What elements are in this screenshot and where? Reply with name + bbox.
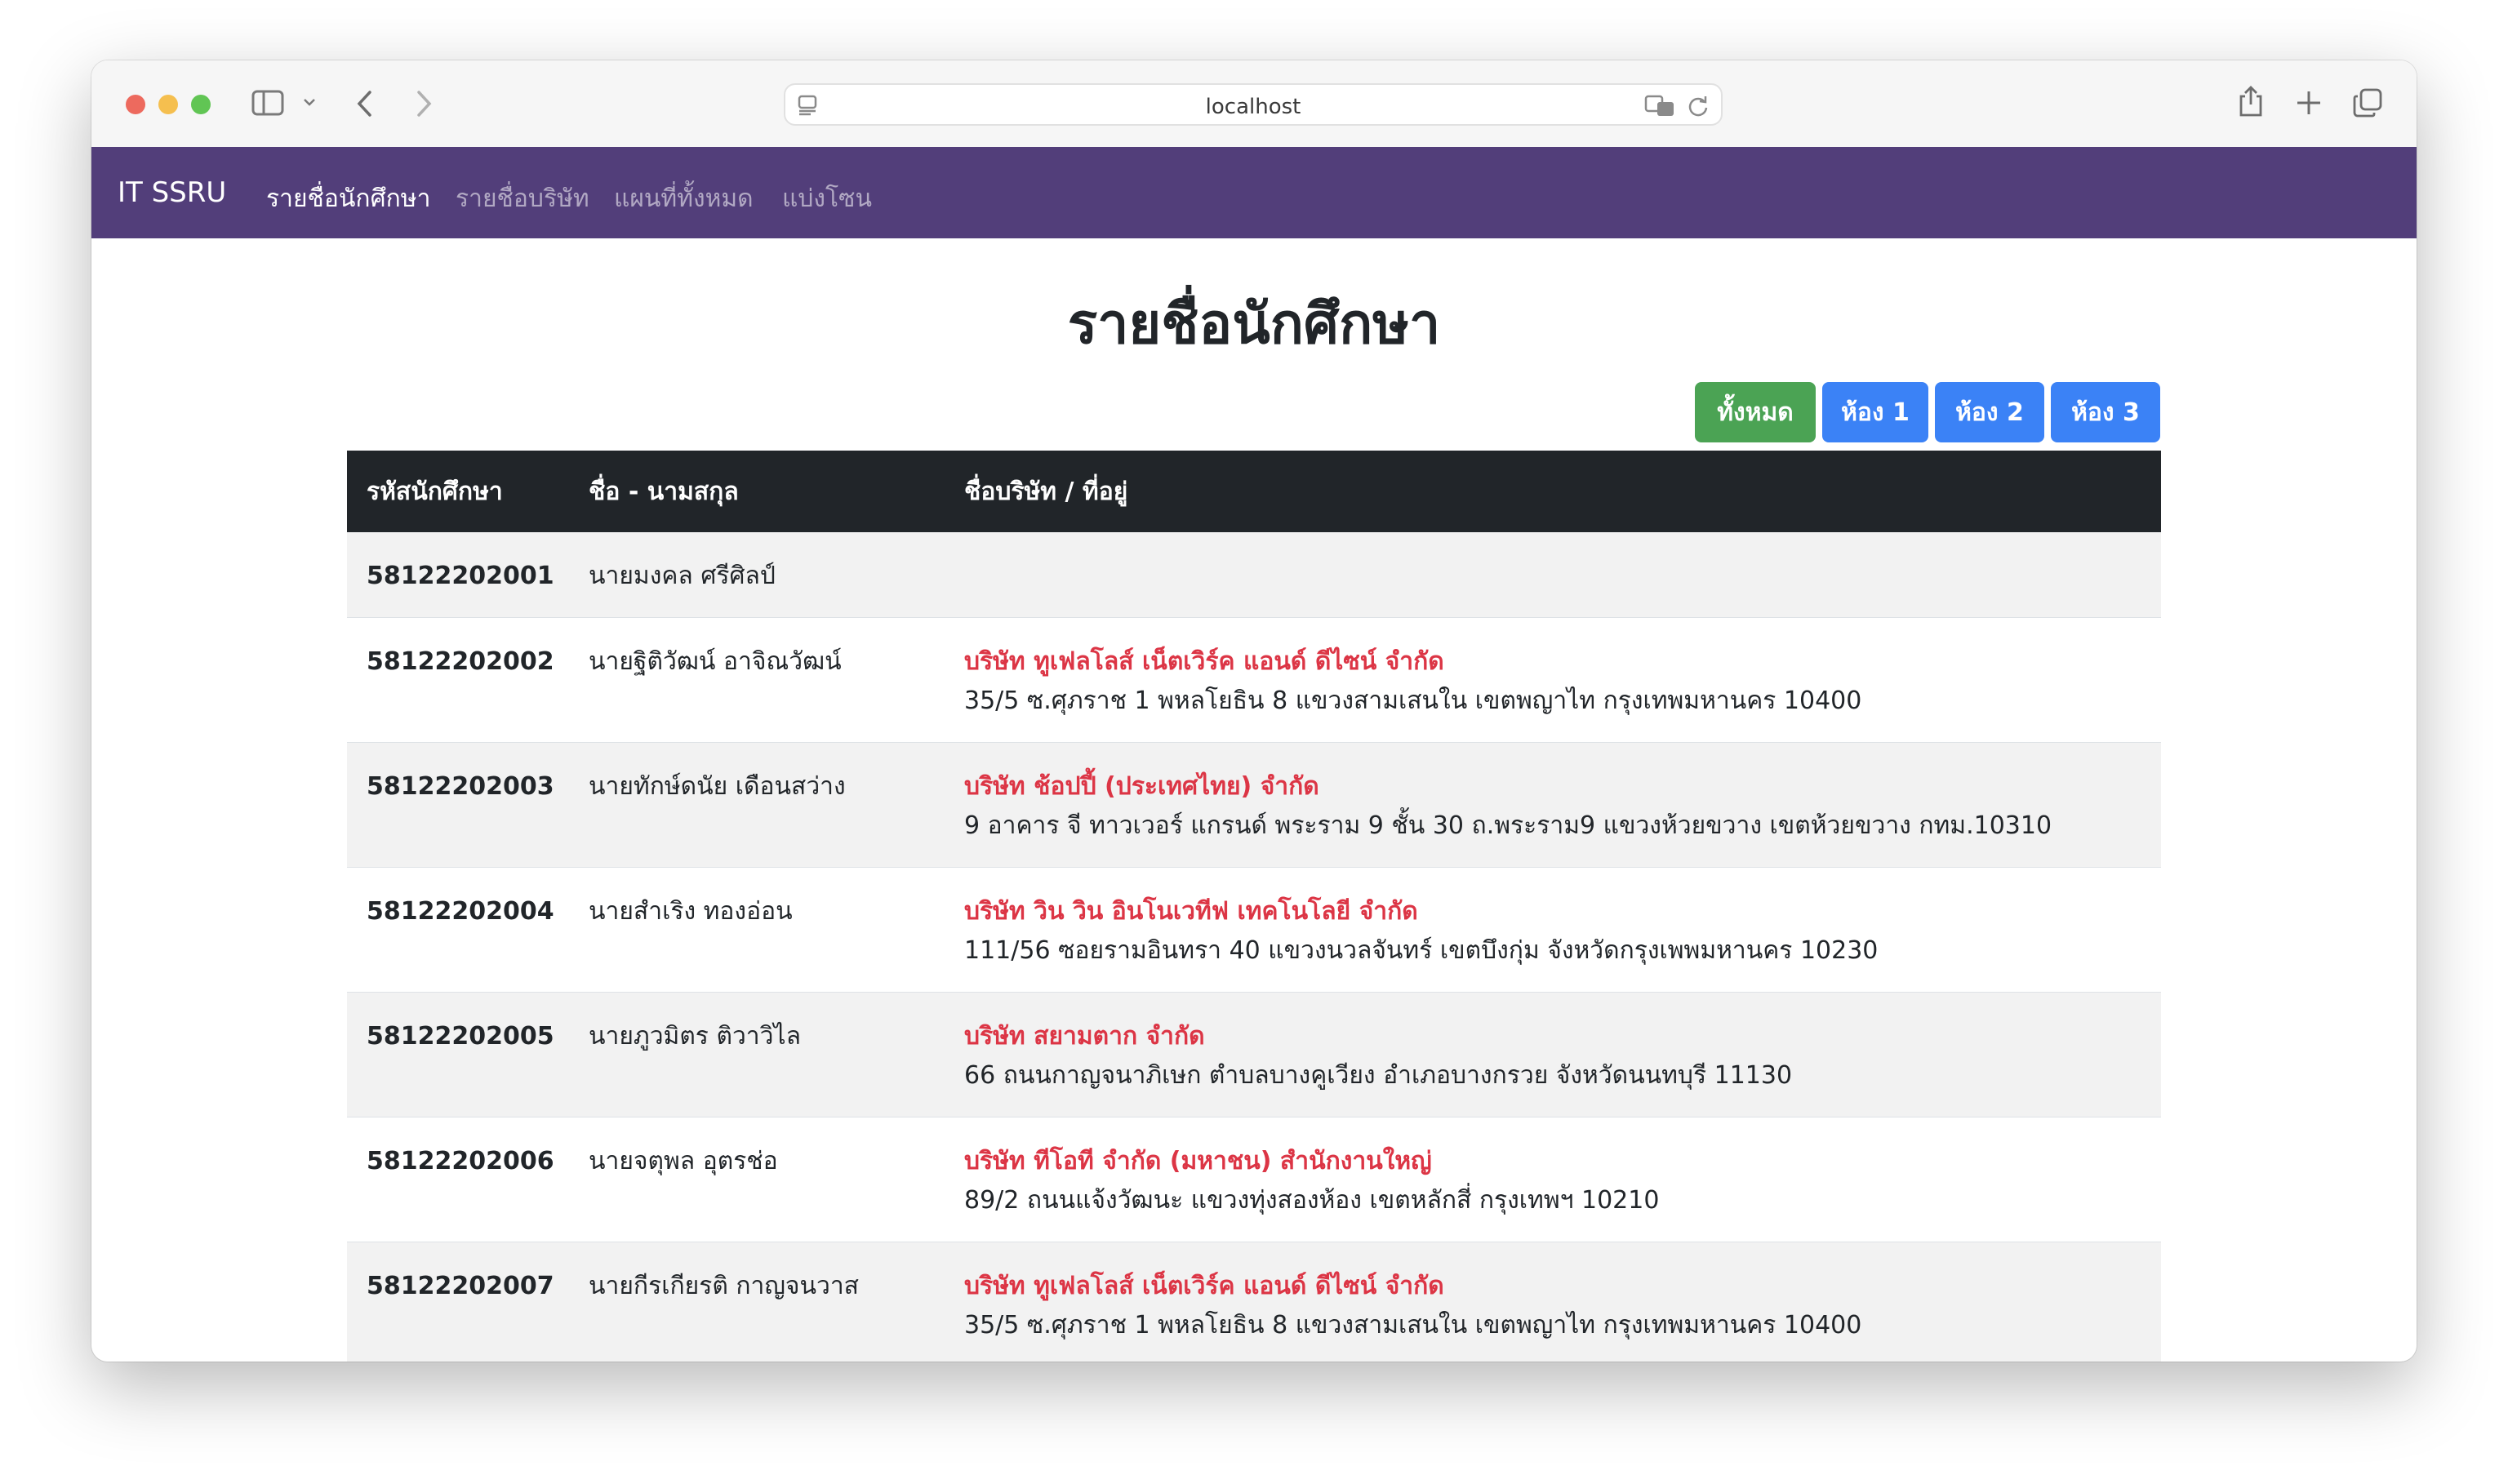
students-table-container[interactable]: รหัสนักศึกษา ชื่อ - นามสกุล ชื่อบริษัท /… [347, 451, 2161, 1362]
student-name-cell: นายทักษ์ดนัย เดือนสว่าง [569, 742, 945, 868]
company-address: 9 อาคาร จี ทาวเวอร์ แกรนด์ พระราม 9 ชั้น… [964, 811, 2052, 840]
nav-link-companies[interactable]: รายชื่อบริษัท [456, 180, 589, 218]
student-id-cell: 58122202004 [347, 867, 569, 993]
address-bar[interactable]: localhost [784, 83, 1723, 126]
back-icon[interactable] [356, 90, 374, 120]
student-id-cell: 58122202003 [347, 742, 569, 868]
nav-link-students[interactable]: รายชื่อนักศึกษา [266, 180, 430, 218]
header-full-name: ชื่อ - นามสกุล [569, 451, 945, 532]
student-id-cell: 58122202007 [347, 1242, 569, 1362]
table-row: 58122202005 นายภูวมิตร ติวาวิไล บริษัท ส… [347, 992, 2161, 1117]
student-name-cell: นายสำเริง ทองอ่อน [569, 867, 945, 993]
student-id-cell: 58122202006 [347, 1117, 569, 1242]
close-window-button[interactable] [126, 95, 145, 114]
company-name: บริษัท ทูเฟลโลส์ เน็ตเวิร์ค แอนด์ ดีไซน์… [964, 647, 1444, 676]
student-name-cell: นายมงคล ศรีศิลป์ [569, 532, 945, 618]
brand-logo[interactable]: IT SSRU [118, 176, 226, 209]
company-address-cell: บริษัท วิน วิน อินโนเวทีฟ เทคโนโลยี จำกั… [945, 867, 2161, 993]
tab-overview-icon[interactable] [2353, 88, 2382, 120]
student-id-cell: 58122202001 [347, 532, 569, 618]
table-row: 58122202006 นายจตุพล อุตรช่อ บริษัท ทีโอ… [347, 1117, 2161, 1242]
student-name-cell: นายกีรเกียรติ กาญจนวาส [569, 1242, 945, 1362]
reload-icon[interactable] [1687, 95, 1710, 120]
company-address-cell: บริษัท ช้อปปี้ (ประเทศไทย) จำกัด 9 อาคาร… [945, 742, 2161, 868]
student-name-cell: นายจตุพล อุตรช่อ [569, 1117, 945, 1242]
filter-room1-button[interactable]: ห้อง 1 [1822, 382, 1928, 442]
company-address: 89/2 ถนนแจ้งวัฒนะ แขวงทุ่งสองห้อง เขตหลั… [964, 1186, 1660, 1215]
company-address-cell: บริษัท ทีโอที จำกัด (มหาชน) สำนักงานใหญ่… [945, 1117, 2161, 1242]
nav-link-all-maps[interactable]: แผนที่ทั้งหมด [614, 180, 754, 218]
chevron-down-icon[interactable] [302, 95, 317, 112]
header-company-address: ชื่อบริษัท / ที่อยู่ [945, 451, 2161, 532]
table-row: 58122202001 นายมงคล ศรีศิลป์ [347, 532, 2161, 618]
zoom-window-button[interactable] [191, 95, 211, 114]
student-name-cell: นายภูวมิตร ติวาวิไล [569, 992, 945, 1117]
table-row: 58122202004 นายสำเริง ทองอ่อน บริษัท วิน… [347, 867, 2161, 993]
browser-window: localhost IT SSRU รายชื่อนักศึกษา รายชื่… [91, 60, 2417, 1362]
student-id-cell: 58122202002 [347, 617, 569, 743]
new-tab-icon[interactable] [2296, 90, 2322, 118]
company-name: บริษัท ทีโอที จำกัด (มหาชน) สำนักงานใหญ่ [964, 1147, 1432, 1175]
company-address: 35/5 ซ.ศุภราช 1 พหลโยธิน 8 แขวงสามเสนใน … [964, 686, 1862, 715]
company-address: 66 ถนนกาญจนาภิเษก ตำบลบางคูเวียง อำเภอบา… [964, 1061, 1793, 1090]
filter-all-button[interactable]: ทั้งหมด [1695, 382, 1816, 442]
company-address-cell: บริษัท ทูเฟลโลส์ เน็ตเวิร์ค แอนด์ ดีไซน์… [945, 1242, 2161, 1362]
student-name-cell: นายฐิติวัฒน์ อาจิณวัฒน์ [569, 617, 945, 743]
table-row: 58122202003 นายทักษ์ดนัย เดือนสว่าง บริษ… [347, 742, 2161, 868]
sidebar-toggle-icon[interactable] [251, 90, 284, 118]
company-name: บริษัท สยามตาก จำกัด [964, 1022, 1205, 1051]
company-name: บริษัท วิน วิน อินโนเวทีฟ เทคโนโลยี จำกั… [964, 897, 1418, 926]
translate-icon[interactable] [1644, 95, 1675, 120]
forward-icon[interactable] [415, 90, 433, 120]
company-address-cell [945, 532, 2161, 618]
share-icon[interactable] [2237, 85, 2265, 120]
table-header-row: รหัสนักศึกษา ชื่อ - นามสกุล ชื่อบริษัท /… [347, 451, 2161, 532]
nav-link-zones[interactable]: แบ่งโซน [782, 180, 872, 218]
company-address-cell: บริษัท ทูเฟลโลส์ เน็ตเวิร์ค แอนด์ ดีไซน์… [945, 617, 2161, 743]
page-title: รายชื่อนักศึกษา [1067, 292, 1441, 357]
filter-room3-button[interactable]: ห้อง 3 [2051, 382, 2160, 442]
table-row: 58122202002 นายฐิติวัฒน์ อาจิณวัฒน์ บริษ… [347, 617, 2161, 743]
company-address: 35/5 ซ.ศุภราช 1 พหลโยธิน 8 แขวงสามเสนใน … [964, 1311, 1862, 1340]
company-name: บริษัท ทูเฟลโลส์ เน็ตเวิร์ค แอนด์ ดีไซน์… [964, 1272, 1444, 1300]
minimize-window-button[interactable] [158, 95, 178, 114]
students-table: รหัสนักศึกษา ชื่อ - นามสกุล ชื่อบริษัท /… [347, 451, 2161, 1362]
header-student-id: รหัสนักศึกษา [347, 451, 569, 532]
company-address: 111/56 ซอยรามอินทรา 40 แขวงนวลจันทร์ เขต… [964, 936, 1879, 965]
filter-room2-button[interactable]: ห้อง 2 [1935, 382, 2044, 442]
app-navbar: IT SSRU รายชื่อนักศึกษา รายชื่อบริษัท แผ… [91, 147, 2417, 238]
browser-toolbar: localhost [91, 60, 2417, 148]
url-text: localhost [1205, 95, 1301, 119]
company-name: บริษัท ช้อปปี้ (ประเทศไทย) จำกัด [964, 772, 1319, 801]
company-address-cell: บริษัท สยามตาก จำกัด 66 ถนนกาญจนาภิเษก ต… [945, 992, 2161, 1117]
student-id-cell: 58122202005 [347, 992, 569, 1117]
table-row: 58122202007 นายกีรเกียรติ กาญจนวาส บริษั… [347, 1242, 2161, 1362]
